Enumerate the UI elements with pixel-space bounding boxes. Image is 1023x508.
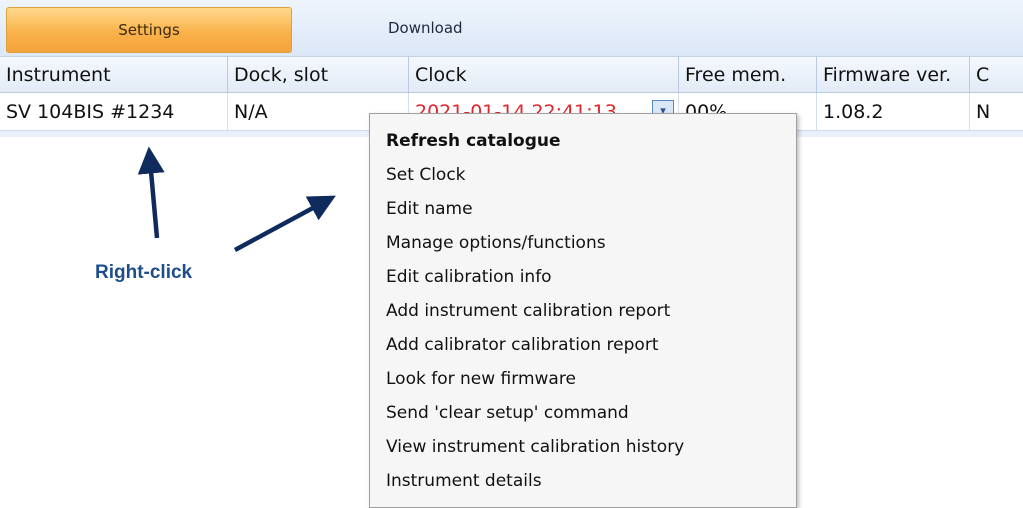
arrow-right-icon [233, 195, 336, 252]
menu-item-clear-setup[interactable]: Send 'clear setup' command [370, 396, 796, 430]
menu-item-refresh-catalogue[interactable]: Refresh catalogue [370, 124, 796, 158]
menu-item-add-instrument-report[interactable]: Add instrument calibration report [370, 294, 796, 328]
menu-item-calibration-history[interactable]: View instrument calibration history [370, 430, 796, 464]
menu-item-look-for-firmware[interactable]: Look for new firmware [370, 362, 796, 396]
menu-item-edit-name[interactable]: Edit name [370, 192, 796, 226]
menu-item-instrument-details[interactable]: Instrument details [370, 464, 796, 498]
menu-item-set-clock[interactable]: Set Clock [370, 158, 796, 192]
menu-item-add-calibrator-report[interactable]: Add calibrator calibration report [370, 328, 796, 362]
menu-item-manage-options[interactable]: Manage options/functions [370, 226, 796, 260]
menu-item-edit-calibration-info[interactable]: Edit calibration info [370, 260, 796, 294]
arrow-up-icon [137, 146, 165, 239]
annotation-label: Right-click [95, 262, 193, 283]
context-menu: Refresh catalogue Set Clock Edit name Ma… [369, 113, 797, 508]
